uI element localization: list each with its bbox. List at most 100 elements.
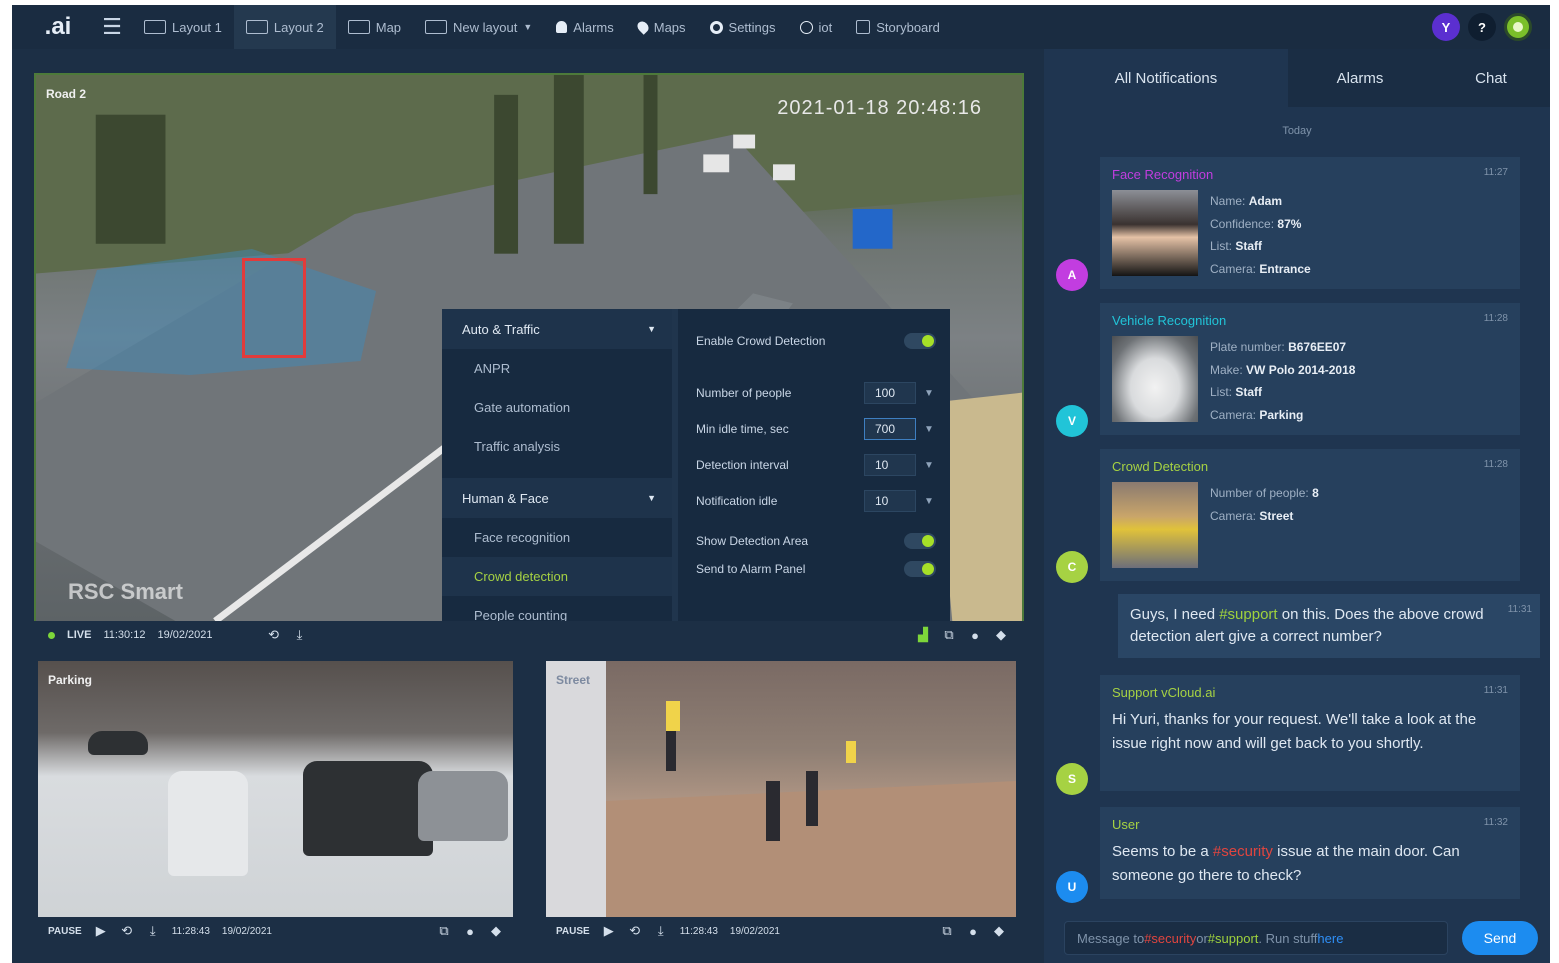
tab-all-notifications[interactable]: All Notifications bbox=[1044, 49, 1288, 107]
chevron-down-icon: ▼ bbox=[647, 324, 656, 334]
avatar-letter: S bbox=[1067, 772, 1076, 786]
camera-date: 19/02/2021 bbox=[221, 925, 272, 937]
tab-iot[interactable]: iot bbox=[788, 5, 845, 49]
tab-chat[interactable]: Chat bbox=[1432, 49, 1550, 107]
menu-item-gate-automation[interactable]: Gate automation bbox=[442, 388, 672, 427]
enable-label: Enable Crowd Detection bbox=[696, 334, 826, 348]
menu-item-traffic-analysis[interactable]: Traffic analysis bbox=[442, 427, 672, 466]
bell-icon[interactable]: ◆ bbox=[489, 923, 503, 938]
face-recognition-card[interactable]: Face Recognition 11:27 Name: Adam Confid… bbox=[1100, 157, 1520, 289]
kv-label: Plate number: bbox=[1210, 340, 1285, 354]
gear-icon bbox=[709, 20, 723, 34]
kv-label: Name: bbox=[1210, 194, 1246, 208]
main-camera-controls: LIVE 11:30:12 19/02/2021 ⟲ ⤓ ▟ ⧉ ● ◆ bbox=[34, 621, 1024, 649]
support-message[interactable]: Support vCloud.ai 11:31 Hi Yuri, thanks … bbox=[1100, 675, 1520, 791]
enable-toggle[interactable] bbox=[904, 333, 936, 349]
face-thumbnail[interactable] bbox=[1112, 190, 1198, 276]
bell-icon[interactable]: ◆ bbox=[994, 627, 1008, 642]
detection-interval-input[interactable]: 10 bbox=[864, 454, 916, 476]
main-camera-view[interactable]: Road 2 2021-01-18 20:48:16 RSC Smart Aut… bbox=[34, 73, 1024, 623]
crowd-detection-card[interactable]: Crowd Detection 11:28 Number of people: … bbox=[1100, 449, 1520, 581]
tab-label: iot bbox=[818, 19, 833, 35]
kv-label: Camera: bbox=[1210, 407, 1257, 422]
kv-label: Make: bbox=[1210, 362, 1243, 377]
location-icon[interactable]: ● bbox=[966, 924, 980, 939]
tab-storyboard[interactable]: Storyboard bbox=[844, 5, 952, 49]
number-of-people-input[interactable]: 100 bbox=[864, 382, 916, 404]
kv-label: List: bbox=[1210, 385, 1233, 399]
own-chat-message[interactable]: 11:31 Guys, I need #support on this. Doe… bbox=[1118, 594, 1540, 658]
field-row: Notification idle 10 ▼ bbox=[696, 483, 936, 519]
stepper-icon[interactable]: ▼ bbox=[922, 460, 936, 471]
crowd-detection-box bbox=[242, 258, 306, 358]
location-icon[interactable]: ● bbox=[463, 924, 477, 939]
tab-layout-1[interactable]: Layout 1 bbox=[132, 5, 234, 49]
kv-value: Staff bbox=[1235, 239, 1263, 253]
section-human-face[interactable]: Human & Face ▼ bbox=[442, 478, 672, 518]
kv-value: VW Polo 2014-2018 bbox=[1246, 362, 1356, 377]
send-button[interactable]: Send bbox=[1462, 921, 1538, 955]
adjust-icon[interactable]: ⧉ bbox=[942, 627, 956, 642]
field-row: Detection interval 10 ▼ bbox=[696, 447, 936, 483]
crowd-avatar: C bbox=[1056, 551, 1088, 583]
signal-icon[interactable]: ▟ bbox=[916, 627, 930, 642]
chevron-down-icon: ▼ bbox=[523, 22, 533, 32]
bell-icon[interactable]: ◆ bbox=[992, 923, 1006, 938]
tab-maps[interactable]: Maps bbox=[626, 5, 698, 49]
tab-alarms[interactable]: Alarms bbox=[544, 5, 625, 49]
car-shape bbox=[168, 771, 248, 876]
stepper-icon[interactable]: ▼ bbox=[922, 388, 936, 399]
download-icon[interactable]: ⤓ bbox=[293, 627, 307, 642]
adjust-icon[interactable]: ⧉ bbox=[940, 923, 954, 938]
camera-name: Parking bbox=[48, 673, 93, 687]
show-area-row: Show Detection Area bbox=[696, 527, 936, 555]
history-icon[interactable]: ⟲ bbox=[120, 923, 134, 938]
menu-icon[interactable]: ☰ bbox=[92, 5, 132, 49]
tab-layout-2[interactable]: Layout 2 bbox=[233, 5, 336, 49]
security-tag[interactable]: #security bbox=[1213, 843, 1273, 860]
vehicle-thumbnail[interactable] bbox=[1112, 336, 1198, 422]
kv-label: Camera: bbox=[1210, 508, 1257, 523]
menu-item-crowd-detection[interactable]: Crowd detection bbox=[442, 557, 672, 596]
app-logo[interactable]: .ai bbox=[32, 5, 84, 49]
live-indicator-icon bbox=[48, 631, 55, 639]
vehicle-recognition-card[interactable]: Vehicle Recognition 11:28 Plate number: … bbox=[1100, 303, 1520, 435]
help-icon[interactable]: ? bbox=[1468, 13, 1496, 41]
location-icon[interactable]: ● bbox=[968, 628, 982, 643]
street-camera-view[interactable]: Street bbox=[546, 661, 1016, 917]
parking-camera-view[interactable]: Parking bbox=[38, 661, 513, 917]
tab-alarms-panel[interactable]: Alarms bbox=[1288, 49, 1432, 107]
menu-item-people-counting[interactable]: People counting bbox=[442, 596, 672, 621]
support-tag[interactable]: #support bbox=[1219, 606, 1277, 623]
tab-map[interactable]: Map bbox=[336, 5, 413, 49]
send-alarm-toggle[interactable] bbox=[904, 561, 936, 577]
download-icon[interactable]: ⤓ bbox=[146, 923, 160, 938]
history-icon[interactable]: ⟲ bbox=[628, 923, 642, 938]
min-idle-time-input[interactable]: 700 bbox=[864, 418, 916, 440]
stepper-icon[interactable]: ▼ bbox=[922, 496, 936, 507]
sender-name: User bbox=[1112, 817, 1140, 832]
play-icon[interactable]: ▶ bbox=[94, 923, 108, 938]
user-avatar: U bbox=[1056, 871, 1088, 903]
message-text-part: Seems to be a bbox=[1112, 843, 1213, 860]
kv-label: Confidence: bbox=[1210, 216, 1275, 231]
download-icon[interactable]: ⤓ bbox=[654, 923, 668, 938]
menu-item-anpr[interactable]: ANPR bbox=[442, 349, 672, 388]
stepper-icon[interactable]: ▼ bbox=[922, 424, 936, 435]
menu-item-face-recognition[interactable]: Face recognition bbox=[442, 518, 672, 557]
crowd-thumbnail[interactable] bbox=[1112, 482, 1198, 568]
status-icon[interactable] bbox=[1504, 13, 1532, 41]
show-area-toggle[interactable] bbox=[904, 533, 936, 549]
tab-label: Layout 1 bbox=[172, 19, 222, 35]
notification-idle-input[interactable]: 10 bbox=[864, 490, 916, 512]
adjust-icon[interactable]: ⧉ bbox=[437, 923, 451, 938]
user-message[interactable]: User 11:32 Seems to be a #security issue… bbox=[1100, 807, 1520, 899]
history-icon[interactable]: ⟲ bbox=[267, 627, 281, 642]
crowd-settings-form: Enable Crowd Detection Number of people … bbox=[678, 309, 950, 621]
message-input[interactable]: Message to #security or #support. Run st… bbox=[1064, 921, 1448, 955]
play-icon[interactable]: ▶ bbox=[602, 923, 616, 938]
section-auto-traffic[interactable]: Auto & Traffic ▼ bbox=[442, 309, 672, 349]
tab-settings[interactable]: Settings bbox=[698, 5, 788, 49]
tab-new-layout[interactable]: New layout ▼ bbox=[413, 5, 544, 49]
user-avatar[interactable]: Y bbox=[1432, 13, 1460, 41]
